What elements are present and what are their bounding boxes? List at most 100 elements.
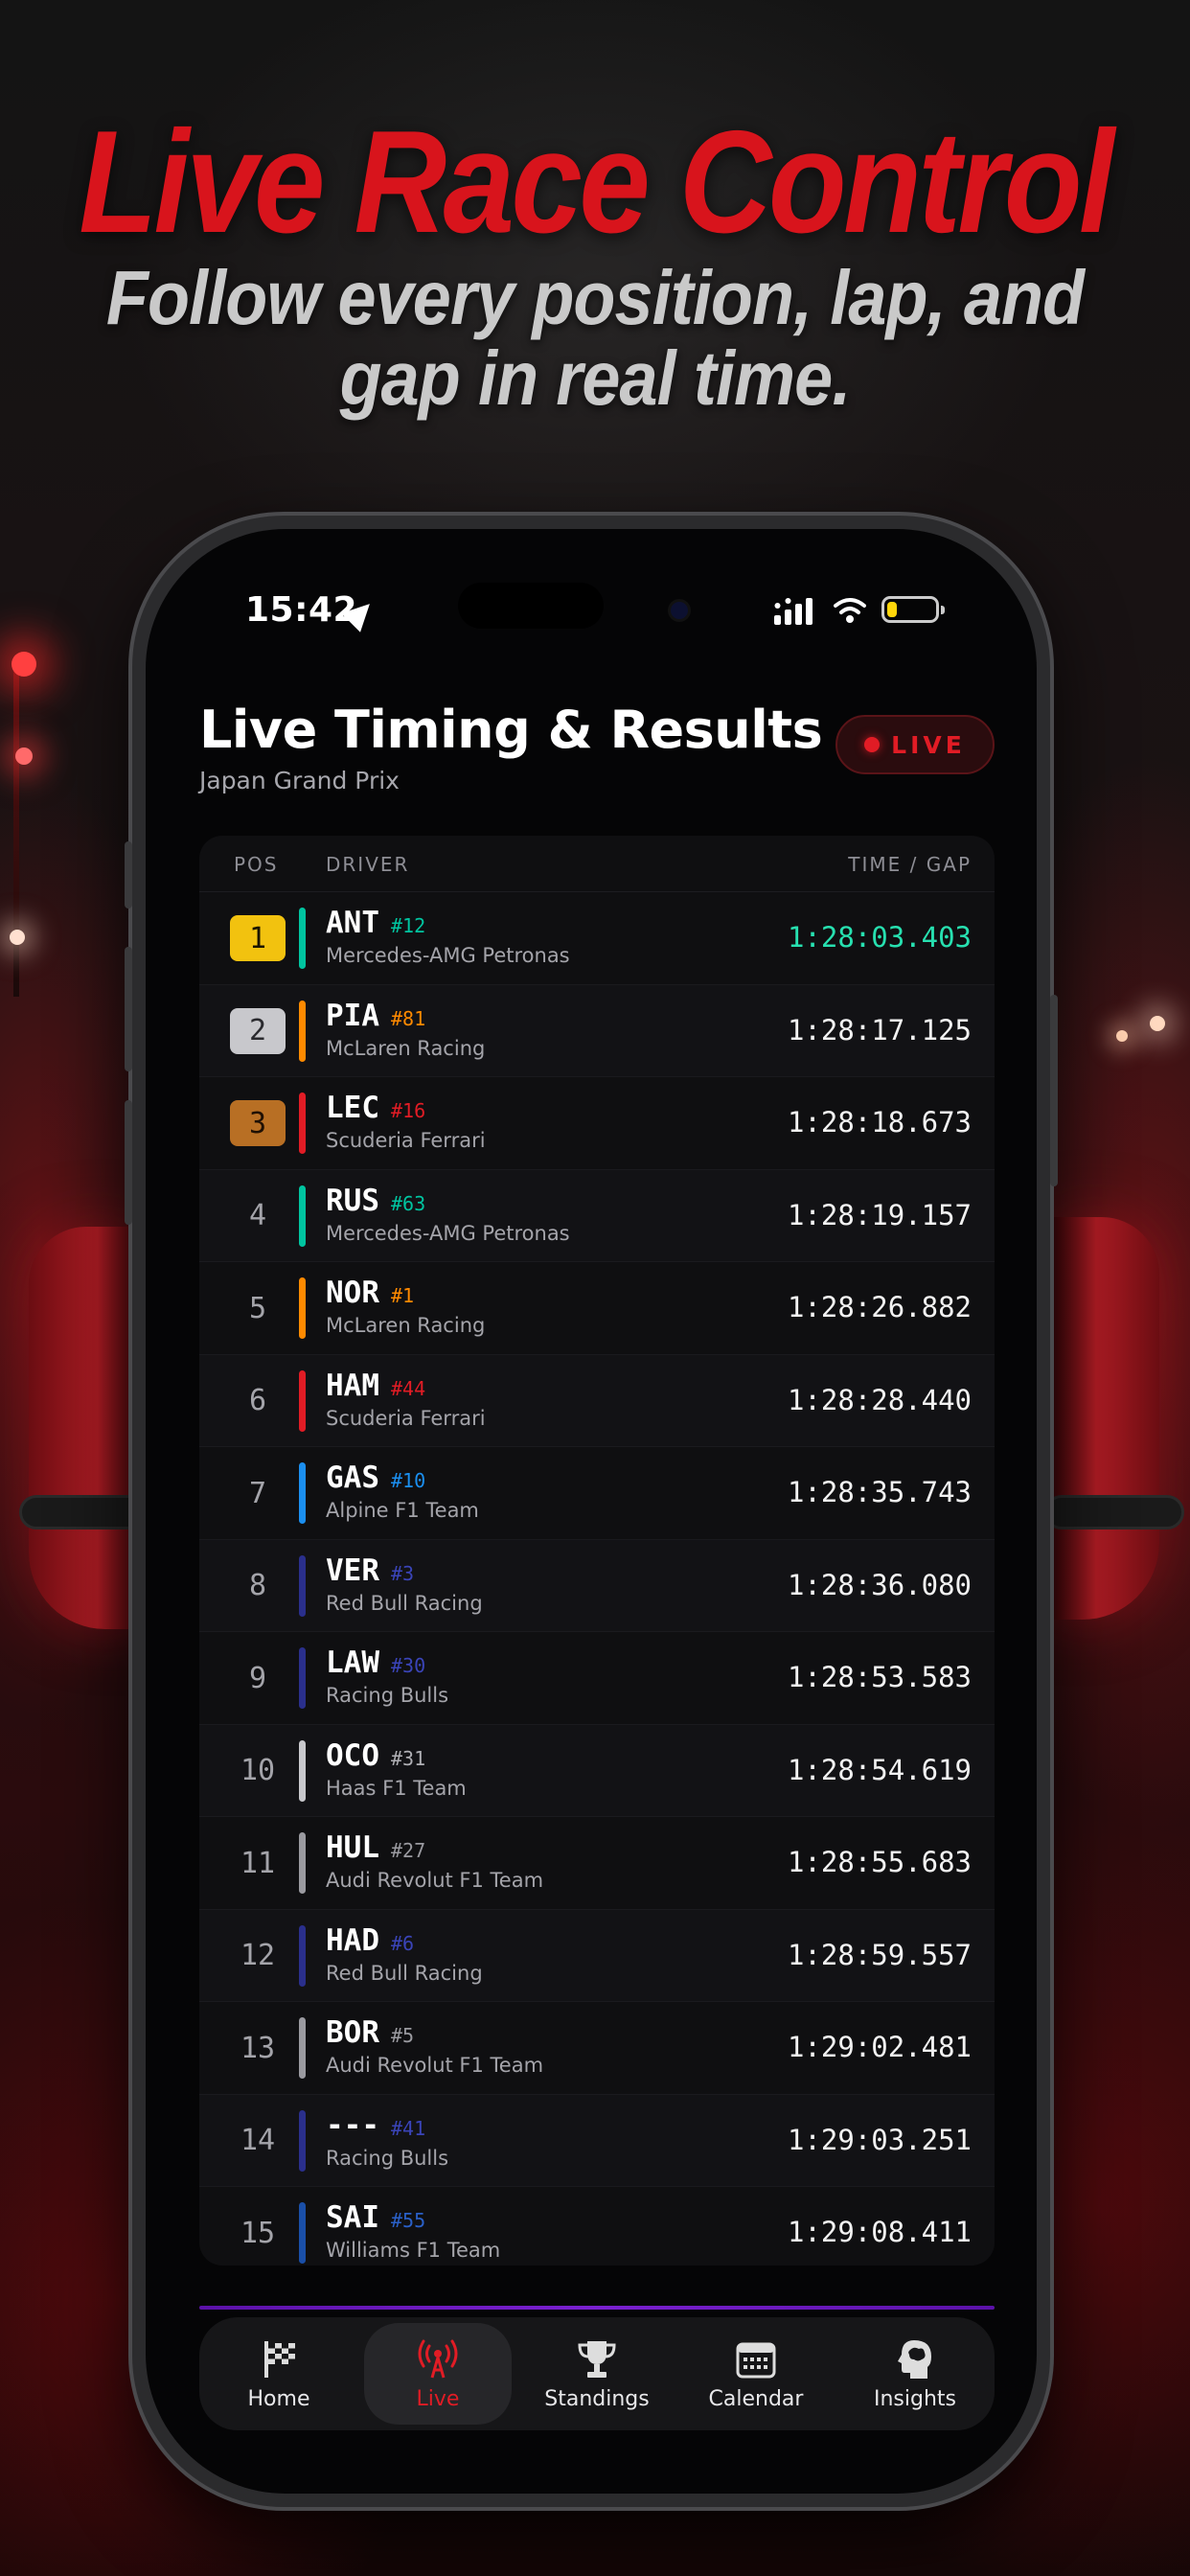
action-button [125,841,132,908]
driver-number: #12 [391,914,426,937]
table-row[interactable]: 9 LAW #30 Racing Bulls 1:28:53.583 [199,1632,995,1725]
race-time: 1:28:55.683 [787,1846,972,1878]
live-badge[interactable]: LIVE [835,715,995,774]
team-name: Mercedes-AMG Petronas [326,1221,570,1245]
race-car-left [29,1227,144,1629]
race-time: 1:29:08.411 [787,2216,972,2248]
background-light [1116,1030,1128,1042]
table-row[interactable]: 6 HAM #44 Scuderia Ferrari 1:28:28.440 [199,1354,995,1447]
checkered-flag-icon [264,2340,295,2378]
background-light [10,930,25,945]
team-color-bar [299,1369,306,1432]
brain-head-icon [898,2339,931,2379]
team-color-bar [299,1554,306,1617]
race-time: 1:28:54.619 [787,1753,972,1786]
driver-code-text: HUL [326,1830,379,1865]
table-row[interactable]: 13 BOR #5 Audi Revolut F1 Team 1:29:02.481 [199,2002,995,2095]
position-badge: 12 [240,1939,276,1972]
tab-calendar-label: Calendar [708,2386,804,2411]
driver-code: BOR #5 [326,2015,414,2050]
table-row[interactable]: 5 NOR #1 McLaren Racing 1:28:26.882 [199,1262,995,1355]
table-row[interactable]: 10 OCO #31 Haas F1 Team 1:28:54.619 [199,1724,995,1817]
race-time: 1:28:53.583 [787,1661,972,1693]
tab-live[interactable]: Live [358,2317,517,2430]
tab-live-label: Live [416,2386,460,2411]
race-time: 1:28:35.743 [787,1476,972,1508]
table-header: POS DRIVER TIME / GAP [199,836,995,892]
calendar-icon [736,2342,776,2378]
team-color-bar [299,1647,306,1709]
driver-number: #1 [391,1284,415,1307]
driver-code-text: VER [326,1552,379,1588]
phone-screen: 15:42 Live Timing & Results Japan Grand … [146,529,1037,2494]
live-dot-icon [864,737,881,752]
team-name: Audi Revolut F1 Team [326,2054,544,2077]
table-row[interactable]: 3 LEC #16 Scuderia Ferrari 1:28:18.673 [199,1077,995,1170]
table-row[interactable]: 14 --- #41 Racing Bulls 1:29:03.251 [199,2094,995,2187]
position-badge: 8 [248,1569,267,1602]
race-time: 1:28:28.440 [787,1383,972,1416]
race-time: 1:28:18.673 [787,1106,972,1138]
camera-icon [671,602,688,619]
headline-subtitle-line-2: gap in real time. [339,335,852,421]
position-badge: 15 [240,2216,276,2250]
position-badge: 5 [248,1291,267,1325]
table-row[interactable]: 8 VER #3 Red Bull Racing 1:28:36.080 [199,1539,995,1632]
headline-title: Live Race Control [79,101,1114,264]
driver-code: VER #3 [326,1553,414,1588]
cellular-signal-icon [774,598,812,625]
table-row[interactable]: 7 GAS #10 Alpine F1 Team 1:28:35.743 [199,1447,995,1540]
driver-number: #6 [391,1931,415,1955]
team-color-bar [299,2202,306,2264]
driver-number: #30 [391,1654,426,1677]
team-name: Alpine F1 Team [326,1499,479,1522]
volume-up-button [125,947,132,1071]
position-badge: 13 [240,2031,276,2065]
team-name: Racing Bulls [326,1684,449,1707]
battery-icon [881,596,945,623]
tab-standings[interactable]: Standings [517,2317,676,2430]
table-row[interactable]: 4 RUS #63 Mercedes-AMG Petronas 1:28:19.157 [199,1169,995,1262]
table-row[interactable]: 11 HUL #27 Audi Revolut F1 Team 1:28:55.683 [199,1817,995,1910]
background-light [1150,1016,1165,1031]
race-time: 1:28:03.403 [787,921,972,954]
driver-number: #27 [391,1839,426,1862]
broadcast-antenna-icon [418,2339,458,2378]
team-name: Red Bull Racing [326,1591,483,1615]
tab-calendar[interactable]: Calendar [676,2317,835,2430]
team-color-bar [299,1000,306,1062]
race-time: 1:28:36.080 [787,1568,972,1601]
wifi-icon [834,598,866,623]
timing-table: POS DRIVER TIME / GAP 1 ANT #12 Mercedes-AM… [199,836,995,2266]
team-color-bar [299,1184,306,1247]
dynamic-island [458,583,604,629]
driver-code: GAS #10 [326,1460,425,1495]
team-color-bar [299,1462,306,1524]
race-car-right [1054,1217,1159,1620]
team-color-bar [299,1924,306,1987]
driver-code: HAD #6 [326,1923,414,1958]
team-name: Scuderia Ferrari [326,1129,486,1152]
driver-code-text: LAW [326,1645,379,1680]
marketing-headline: Live Race Control Follow every position,… [0,105,1190,420]
driver-code-text: --- [326,2107,379,2143]
driver-code-text: LEC [326,1091,379,1125]
table-row[interactable]: 15 SAI #55 Williams F1 Team 1:29:08.411 [199,2187,995,2266]
driver-code: HAM #44 [326,1368,425,1403]
column-header-pos: POS [234,853,279,876]
driver-code: RUS #63 [326,1184,425,1218]
table-row[interactable]: 2 PIA #81 McLaren Racing 1:28:17.125 [199,984,995,1077]
driver-number: #5 [391,2024,415,2047]
table-row[interactable]: 12 HAD #6 Red Bull Racing 1:28:59.557 [199,1909,995,2002]
race-time: 1:28:19.157 [787,1198,972,1231]
driver-code-text: HAD [326,1922,379,1958]
position-badge: 11 [240,1846,276,1880]
driver-number: #63 [391,1191,426,1215]
table-row[interactable]: 1 ANT #12 Mercedes-AMG Petronas 1:28:03.403 [199,892,995,985]
race-time: 1:28:17.125 [787,1013,972,1046]
column-header-driver: DRIVER [326,853,410,876]
tab-insights[interactable]: Insights [835,2317,995,2430]
tab-home[interactable]: Home [199,2317,358,2430]
team-name: McLaren Racing [326,1314,486,1337]
driver-code-text: NOR [326,1276,379,1310]
